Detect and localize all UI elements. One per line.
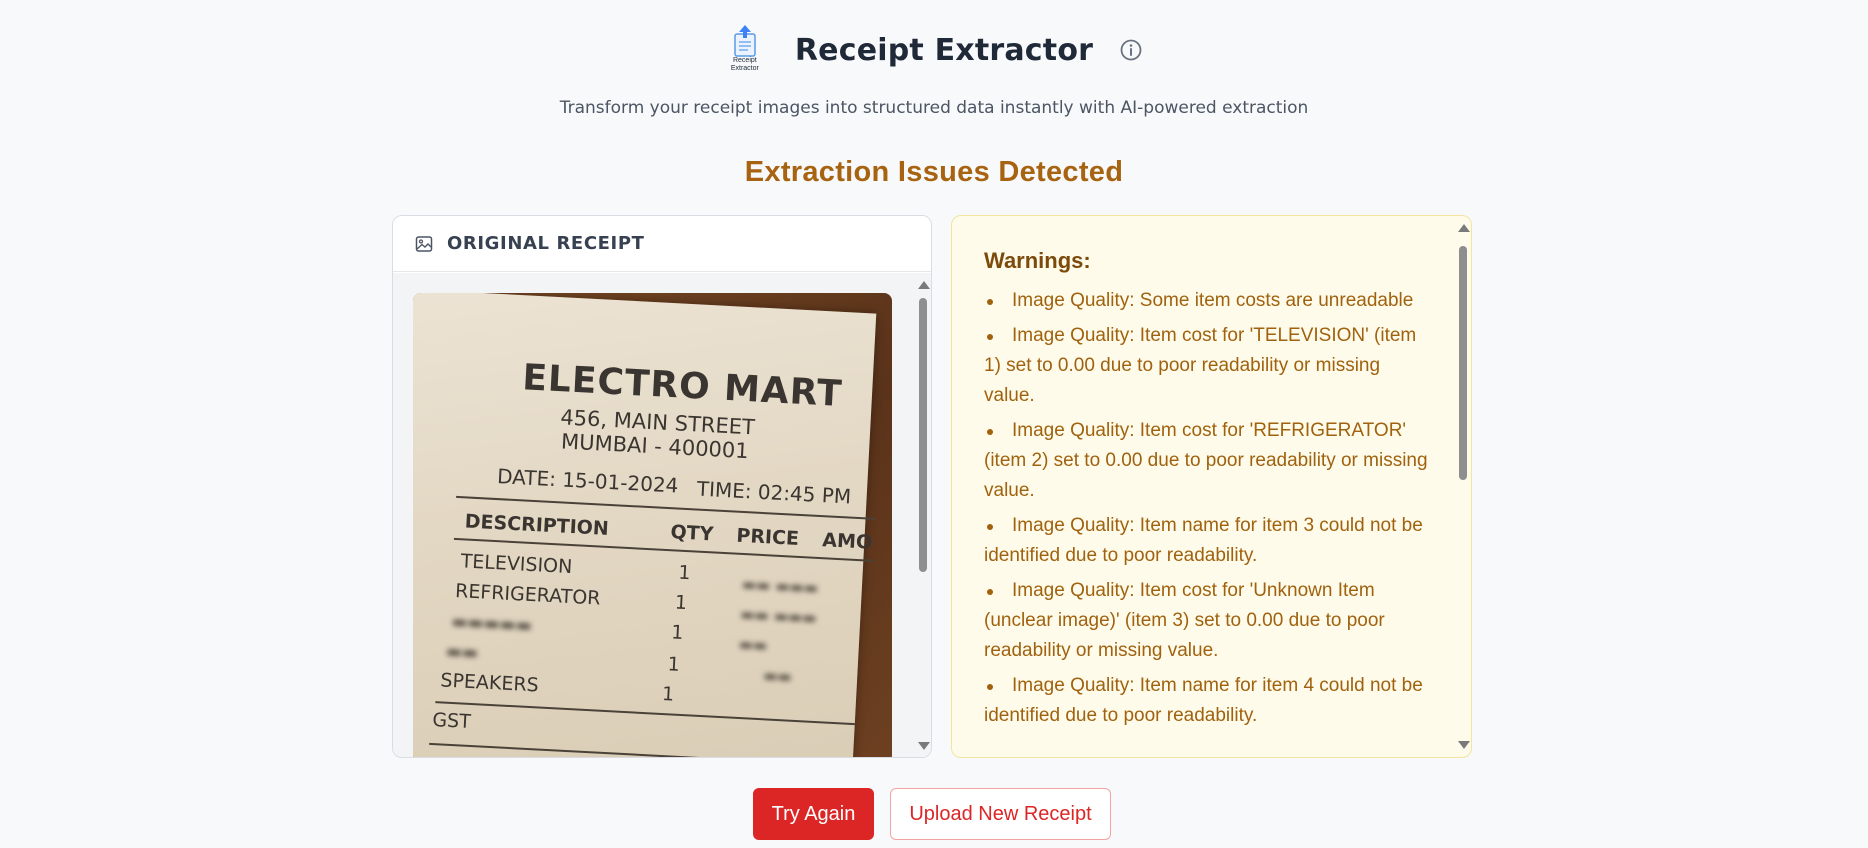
receipt-col-price: PRICE <box>735 524 800 550</box>
app-header: Receipt Extractor Receipt Extractor <box>0 22 1868 78</box>
warnings-panel: Warnings: Image Quality: Some item costs… <box>951 215 1472 758</box>
status-title: Extraction Issues Detected <box>744 156 1124 188</box>
receipt-scrollbar[interactable] <box>915 273 931 757</box>
receipt-col-description: DESCRIPTION <box>464 510 610 540</box>
receipt-time: TIME: 02:45 PM <box>696 476 852 509</box>
warning-item: Image Quality: Item cost for 'REFRIGERAT… <box>984 416 1432 506</box>
warning-item: Image Quality: Some item costs are unrea… <box>984 286 1432 316</box>
warning-item: Image Quality: Item cost for 'TELEVISION… <box>984 321 1432 411</box>
receipt-logo-icon: Receipt Extractor <box>725 24 765 76</box>
receipt-item-qty: 1 <box>661 682 675 706</box>
receipt-prices-blurred: ▬▬ ▬▬▬ ▬▬ ▬▬▬ ▬▬ ▬▬ <box>736 575 819 686</box>
warning-item: Image Quality: Item name for item 4 coul… <box>984 671 1432 731</box>
upload-new-receipt-button[interactable]: Upload New Receipt <box>890 788 1111 840</box>
receipt-item-qty: 1 <box>667 653 681 676</box>
receipt-item-qty: 1 <box>674 591 688 615</box>
receipt-item-qty: 1 <box>677 561 692 585</box>
receipt-panel-header: ORIGINAL RECEIPT <box>393 216 931 272</box>
scroll-up-arrow-icon[interactable] <box>918 281 930 289</box>
app-title: Receipt Extractor <box>794 32 1094 68</box>
scroll-up-arrow-icon[interactable] <box>1458 224 1470 232</box>
warning-item: Image Quality: Item name for item 3 coul… <box>984 511 1432 571</box>
warning-item: Image Quality: Item cost for 'Unknown It… <box>984 576 1432 666</box>
scroll-down-arrow-icon[interactable] <box>1458 741 1470 749</box>
logo-text: Receipt Extractor <box>730 57 759 72</box>
image-icon <box>415 235 433 252</box>
scrollbar-thumb[interactable] <box>1459 246 1467 480</box>
scroll-down-arrow-icon[interactable] <box>918 742 930 750</box>
receipt-image-viewer[interactable]: ELECTRO MART 456, MAIN STREET MUMBAI - 4… <box>393 273 931 757</box>
receipt-date: DATE: 15-01-2024 <box>496 464 680 498</box>
warnings-title: Warnings: <box>984 248 1091 273</box>
receipt-gst: GST <box>431 708 472 733</box>
warnings-list: Image Quality: Some item costs are unrea… <box>984 286 1432 731</box>
receipt-rule <box>435 701 855 726</box>
receipt-item-name: SPEAKERS <box>439 669 540 697</box>
receipt-photo: ELECTRO MART 456, MAIN STREET MUMBAI - 4… <box>413 293 892 757</box>
receipt-col-qty: QTY <box>669 521 714 546</box>
app-subtitle: Transform your receipt images into struc… <box>559 98 1309 118</box>
warnings-content: Warnings: Image Quality: Some item costs… <box>984 248 1432 736</box>
info-icon[interactable] <box>1119 38 1143 62</box>
scrollbar-thumb[interactable] <box>919 298 927 572</box>
receipt-paper: ELECTRO MART 456, MAIN STREET MUMBAI - 4… <box>413 293 877 757</box>
receipt-item-name-blurred: ▬▬ <box>445 641 479 664</box>
warnings-scrollbar[interactable] <box>1455 216 1471 757</box>
original-receipt-panel: ORIGINAL RECEIPT ELECTRO MART 456, MAIN … <box>392 215 932 758</box>
receipt-item-qty: 1 <box>670 621 684 644</box>
receipt-item-name: REFRIGERATOR <box>454 580 601 610</box>
receipt-col-amount: AMO <box>821 529 873 554</box>
try-again-button[interactable]: Try Again <box>753 788 874 840</box>
receipt-item-name-blurred: ▬▬▬▬▬ <box>451 611 533 637</box>
receipt-rule <box>429 742 849 757</box>
receipt-item-name: TELEVISION <box>460 550 573 579</box>
receipt-panel-label: ORIGINAL RECEIPT <box>447 233 645 254</box>
